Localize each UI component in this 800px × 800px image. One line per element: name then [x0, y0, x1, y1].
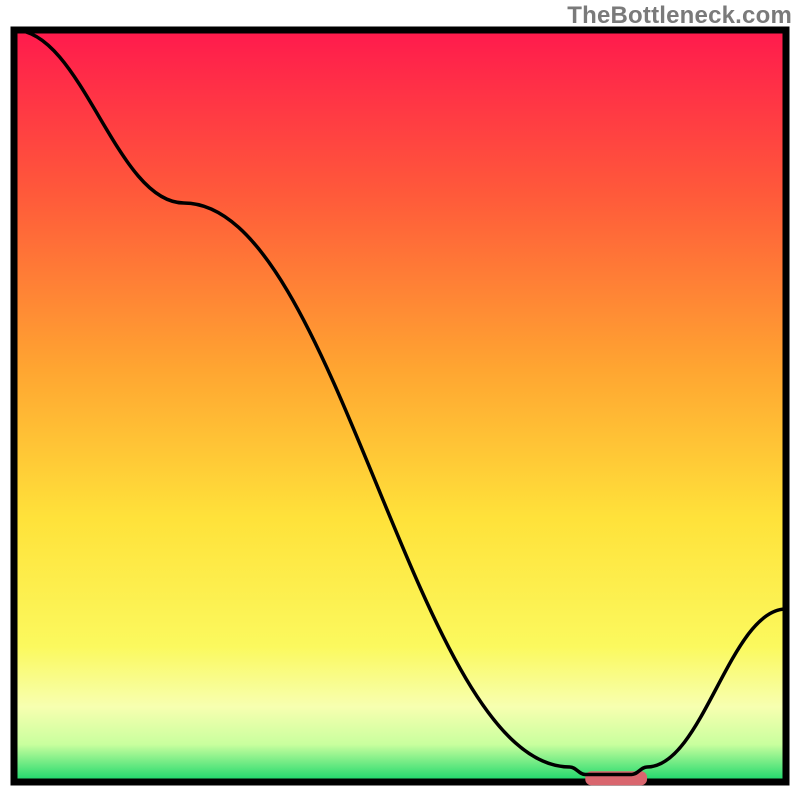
plot-background [14, 30, 786, 782]
chart-stage: TheBottleneck.com [0, 0, 800, 800]
chart-svg [0, 0, 800, 800]
